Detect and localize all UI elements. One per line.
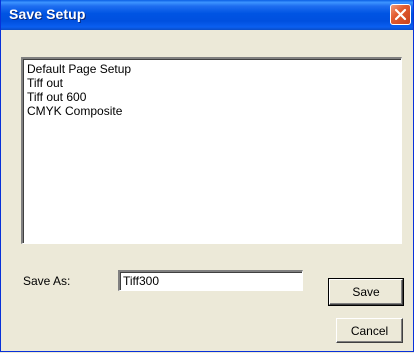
title-bar[interactable]: Save Setup bbox=[1, 0, 413, 30]
cancel-button[interactable]: Cancel bbox=[336, 318, 403, 343]
list-item[interactable]: Tiff out 600 bbox=[27, 90, 401, 104]
window-title: Save Setup bbox=[9, 6, 86, 22]
save-button[interactable]: Save bbox=[328, 278, 404, 306]
close-button[interactable] bbox=[390, 4, 411, 25]
save-as-label: Save As: bbox=[23, 274, 71, 288]
list-item[interactable]: Tiff out bbox=[27, 76, 401, 90]
save-as-input[interactable] bbox=[118, 270, 303, 291]
save-setup-dialog: Save Setup Default Page Setup Tiff out T… bbox=[0, 0, 414, 352]
setup-list-items: Default Page Setup Tiff out Tiff out 600… bbox=[23, 59, 401, 118]
setup-list[interactable]: Default Page Setup Tiff out Tiff out 600… bbox=[21, 57, 402, 244]
list-item[interactable]: CMYK Composite bbox=[27, 104, 401, 118]
list-item[interactable]: Default Page Setup bbox=[27, 62, 401, 76]
